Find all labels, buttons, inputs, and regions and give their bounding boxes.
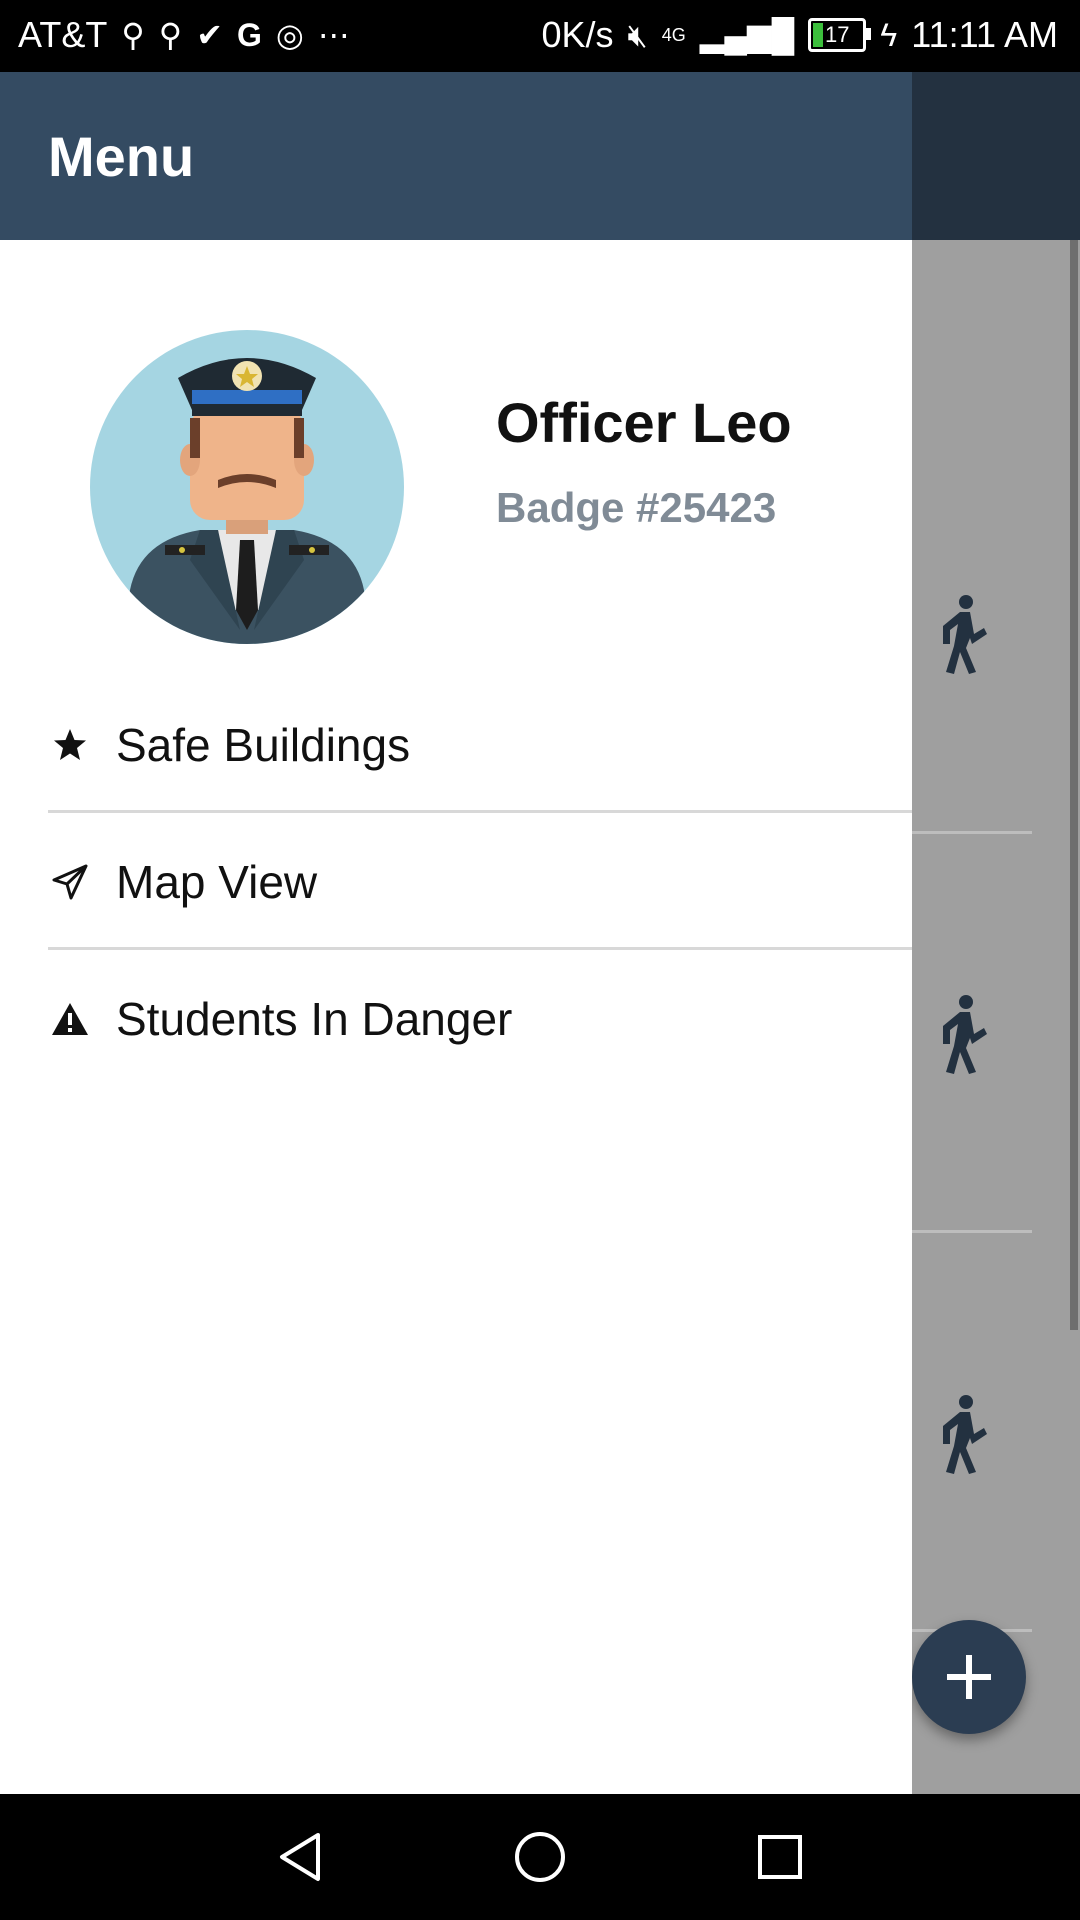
back-button[interactable] xyxy=(265,1822,335,1892)
carrier-label: AT&T xyxy=(18,14,108,55)
scrollbar[interactable] xyxy=(1070,240,1078,1330)
walking-person-icon[interactable] xyxy=(932,1394,992,1474)
list-divider xyxy=(912,1230,1032,1233)
warning-icon xyxy=(48,997,92,1041)
net-speed: 0K/s xyxy=(541,14,614,55)
walking-person-icon[interactable] xyxy=(932,994,992,1074)
menu-item-label: Students In Danger xyxy=(116,992,513,1045)
signal-4g-icon: 4G xyxy=(661,25,686,45)
recents-button[interactable] xyxy=(745,1822,815,1892)
battery-icon: 17 xyxy=(808,18,872,52)
officer-avatar xyxy=(90,330,404,644)
google-icon: G xyxy=(237,17,262,53)
menu-item-safe-buildings[interactable]: Safe Buildings xyxy=(48,676,912,813)
officer-name: Officer Leo xyxy=(496,391,792,454)
signal-bars-icon: ▂▄▆█ xyxy=(699,17,795,53)
recents-square-icon xyxy=(758,1835,802,1879)
charging-icon: ϟ xyxy=(880,17,898,53)
paper-plane-icon xyxy=(48,860,92,904)
list-divider xyxy=(912,831,1032,834)
status-bar: AT&T ⚲ ⚲ ✔ G ◎ ⋯ 0K/s 🔇︎ 4G ▂▄▆█ 17 ϟ 11… xyxy=(0,0,1080,72)
system-nav-bar xyxy=(0,1794,1080,1920)
check-notification-icon: ✔ xyxy=(196,17,224,53)
menu-item-students-in-danger[interactable]: Students In Danger xyxy=(48,950,912,1087)
menu-item-label: Map View xyxy=(116,855,318,908)
usb-icon: ⚲ xyxy=(121,17,145,53)
badge-number: Badge #25423 xyxy=(496,484,777,531)
add-fab-button[interactable] xyxy=(912,1620,1026,1734)
home-button[interactable] xyxy=(505,1822,575,1892)
chrome-icon: ◎ xyxy=(275,17,304,53)
mute-icon: 🔇︎ xyxy=(627,17,648,53)
back-triangle-icon xyxy=(280,1833,320,1881)
drawer-header: Menu xyxy=(0,72,912,240)
navigation-drawer: Menu Officer Leo Badge #25423 Safe Build… xyxy=(0,72,912,1794)
star-icon xyxy=(48,723,92,767)
menu-item-map-view[interactable]: Map View xyxy=(48,813,912,950)
walking-person-icon[interactable] xyxy=(932,594,992,674)
plus-icon xyxy=(947,1655,991,1699)
clock: 11:11 AM xyxy=(911,14,1058,55)
home-circle-icon xyxy=(515,1832,565,1882)
usb-icon: ⚲ xyxy=(158,17,183,53)
drawer-title: Menu xyxy=(48,125,195,188)
menu-item-label: Safe Buildings xyxy=(116,718,411,771)
more-notifications-icon: ⋯ xyxy=(317,17,350,53)
